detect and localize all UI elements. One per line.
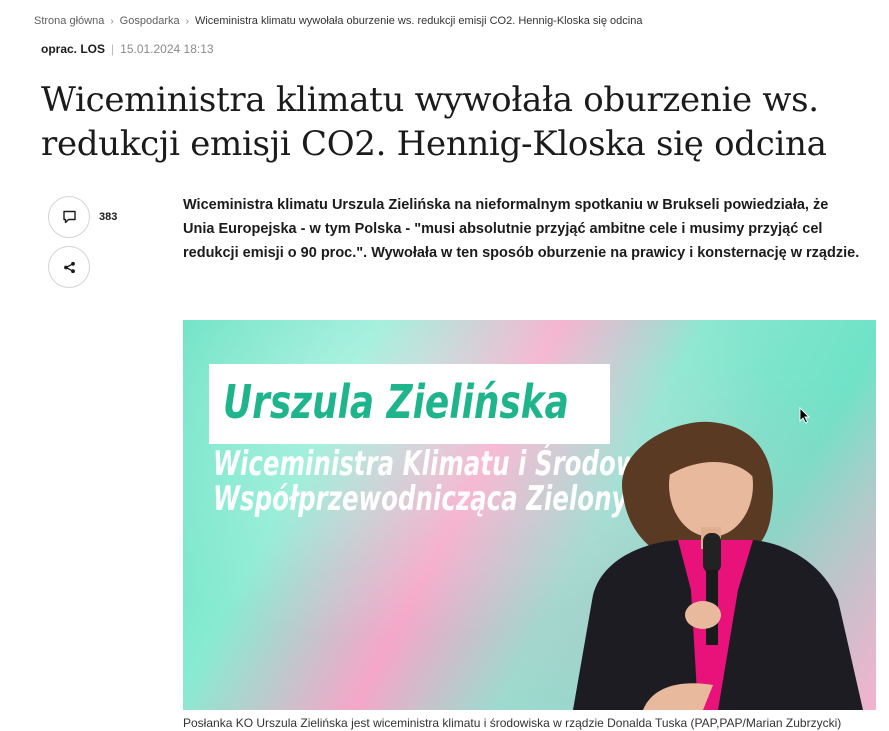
image-caption: Posłanka KO Urszula Zielińska jest wicem… [183,716,842,730]
share-icon [63,261,75,273]
article-date: 15.01.2024 18:13 [120,42,214,56]
share-button[interactable] [48,246,90,288]
breadcrumb-separator-icon: › [185,15,189,27]
speaker-figure [573,421,863,710]
comment-count[interactable]: 383 [99,211,117,223]
article-lead: Wiceministra klimatu Urszula Zielińska n… [183,197,860,261]
comments-button[interactable] [48,196,90,238]
breadcrumb-home-link[interactable]: Strona główna [34,15,104,27]
meta-divider: | [111,42,115,56]
mouse-pointer-icon [799,407,810,424]
article-hero-image[interactable]: Urszula Zielińska Wiceministra Klimatu i… [183,320,876,710]
breadcrumb-separator-icon: › [110,15,114,27]
hero-banner-name: Urszula Zielińska [223,375,569,429]
breadcrumb-section-link[interactable]: Gospodarka [120,15,180,27]
article-author[interactable]: oprac. LOS [41,42,105,56]
social-bar: 383 [48,196,117,288]
comments-row: 383 [48,196,117,238]
article-meta: oprac. LOS | 15.01.2024 18:13 [41,42,214,56]
breadcrumb: Strona główna › Gospodarka › Wiceministr… [34,15,642,27]
breadcrumb-current: Wiceministra klimatu wywołała oburzenie … [194,15,643,27]
article-title: Wiceministra klimatu wywołała oburzenie … [41,80,827,164]
comment-icon [62,210,76,224]
